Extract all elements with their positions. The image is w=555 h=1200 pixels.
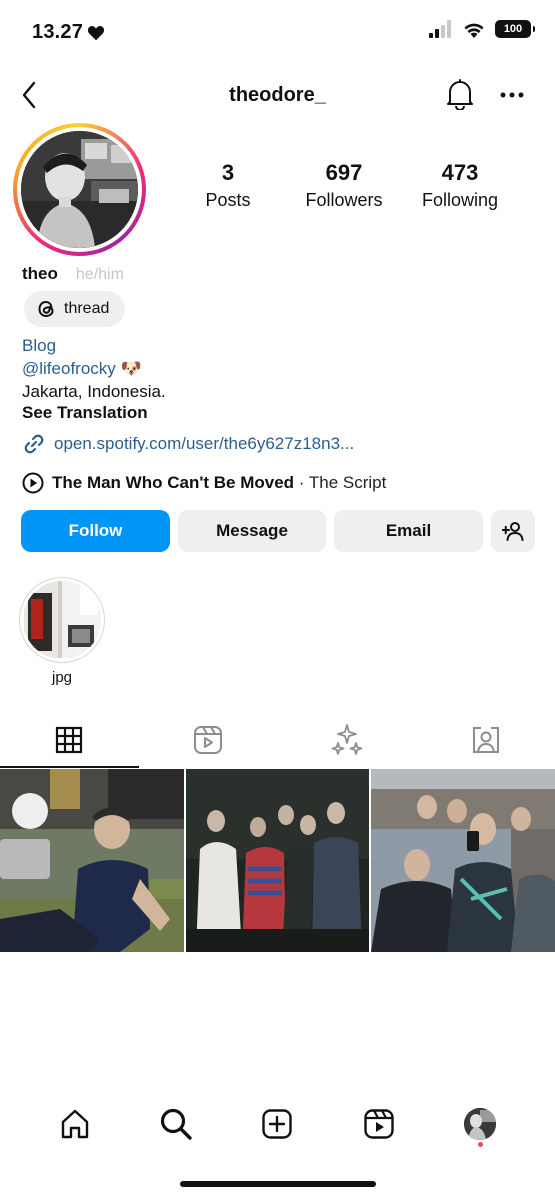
- profile-stats: 3 Posts 697 Followers 473 Following: [170, 160, 540, 212]
- nav-search[interactable]: [151, 1099, 201, 1149]
- wifi-icon: [464, 23, 484, 38]
- status-time-text: 13.27: [32, 21, 84, 43]
- dog-emoji-icon: 🐶: [120, 359, 142, 378]
- status-bar: 13.27 100: [0, 0, 555, 62]
- profile-avatar: [21, 131, 138, 248]
- nav-profile[interactable]: [455, 1099, 505, 1149]
- email-button[interactable]: Email: [334, 510, 483, 552]
- profile-content-tabs: [0, 712, 555, 768]
- profile-external-link[interactable]: open.spotify.com/user/the6y627z18n3...: [22, 432, 354, 456]
- more-icon: [500, 92, 524, 98]
- sparkle-icon: [331, 724, 363, 755]
- stat-followers[interactable]: 697 Followers: [286, 160, 402, 212]
- profile-avatar: [464, 1108, 497, 1140]
- profile-bio: Blog @lifeofrocky 🐶 Jakarta, Indonesia.: [22, 334, 166, 403]
- threads-badge-button[interactable]: thread: [24, 291, 126, 327]
- reels-icon: [194, 726, 223, 754]
- posts-grid: [0, 769, 555, 952]
- nav-create[interactable]: [252, 1099, 302, 1149]
- music-artist: The Script: [308, 473, 387, 492]
- stat-following[interactable]: 473 Following: [402, 160, 518, 212]
- search-icon: [160, 1108, 192, 1140]
- music-separator: ·: [294, 473, 309, 492]
- profile-actions: Follow Message Email: [21, 510, 535, 552]
- avatar-inner: [17, 127, 142, 252]
- signal-icon: [429, 20, 451, 38]
- stat-following-value: 473: [441, 160, 479, 185]
- profile-music[interactable]: The Man Who Can't Be Moved · The Script: [22, 472, 386, 494]
- bio-category: Blog: [22, 336, 57, 355]
- link-icon: [24, 434, 44, 454]
- highlight-ring: [19, 577, 105, 663]
- suggested-users-button[interactable]: [491, 510, 535, 552]
- battery-icon: 100: [495, 20, 535, 38]
- tab-reels[interactable]: [139, 712, 278, 768]
- profile-pronouns: he/him: [75, 266, 124, 283]
- add-user-icon: [502, 522, 524, 541]
- post-thumbnail[interactable]: [185, 769, 370, 952]
- bio-location: Jakarta, Indonesia.: [22, 382, 166, 401]
- stat-followers-value: 697: [325, 160, 363, 185]
- highlight-cover: [23, 581, 101, 659]
- nav-home[interactable]: [50, 1099, 100, 1149]
- tab-posts-grid[interactable]: [0, 712, 139, 768]
- story-highlight[interactable]: jpg: [19, 577, 105, 686]
- reels-icon: [364, 1109, 394, 1139]
- battery-level: 100: [503, 23, 523, 35]
- stat-posts[interactable]: 3 Posts: [170, 160, 286, 212]
- status-icons: 100: [429, 20, 535, 38]
- status-time: 13.27: [32, 21, 105, 44]
- see-translation-button[interactable]: See Translation: [22, 403, 148, 423]
- tagged-person-icon: [472, 727, 499, 753]
- bio-mention-line: @lifeofrocky 🐶: [22, 357, 166, 380]
- profile-link-text: open.spotify.com/user/the6y627z18n3...: [54, 434, 355, 453]
- stat-posts-label: Posts: [205, 190, 251, 210]
- post-thumbnail[interactable]: [0, 769, 184, 952]
- bottom-navigation: [0, 1096, 555, 1152]
- notification-dot: [477, 1142, 483, 1147]
- more-options-button[interactable]: [497, 80, 527, 110]
- home-icon: [61, 1109, 88, 1139]
- post-thumbnail[interactable]: [371, 769, 555, 952]
- bell-icon: [447, 79, 473, 110]
- create-icon: [262, 1109, 293, 1139]
- grid-icon: [56, 726, 83, 754]
- profile-avatar-story-ring[interactable]: [13, 123, 146, 256]
- tab-tagged[interactable]: [416, 712, 555, 768]
- heart-icon: [87, 25, 105, 40]
- tab-sparkle[interactable]: [278, 712, 417, 768]
- stat-posts-value: 3: [221, 160, 235, 185]
- follow-button[interactable]: Follow: [21, 510, 170, 552]
- message-button[interactable]: Message: [178, 510, 326, 552]
- home-indicator[interactable]: [180, 1181, 376, 1187]
- threads-icon: [38, 300, 54, 318]
- play-circle-icon: [22, 472, 44, 494]
- nav-reels[interactable]: [354, 1099, 404, 1149]
- profile-full-name: theo: [22, 264, 58, 283]
- highlight-label: jpg: [51, 669, 73, 686]
- notifications-button[interactable]: [443, 76, 477, 112]
- stat-following-label: Following: [421, 190, 499, 210]
- threads-badge-label: thread: [64, 300, 110, 317]
- bio-mention-link[interactable]: @lifeofrocky: [22, 359, 116, 378]
- profile-header-bar: theodore_: [0, 70, 555, 120]
- stat-followers-label: Followers: [305, 190, 383, 210]
- music-title: The Man Who Can't Be Moved: [52, 473, 295, 492]
- profile-name-row: theo he/him: [22, 264, 124, 284]
